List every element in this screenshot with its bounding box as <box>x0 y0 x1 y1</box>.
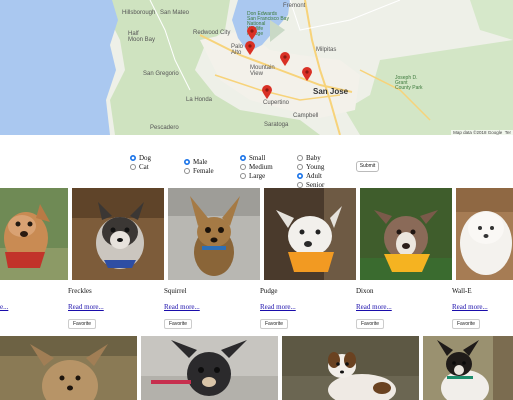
pet-photo[interactable] <box>360 188 452 280</box>
map-attribution-text: Map data ©2018 Google <box>453 130 503 135</box>
favorite-button[interactable]: Favorite <box>164 319 193 329</box>
map-marker-icon[interactable] <box>262 85 272 99</box>
option-label: Dog <box>139 153 152 162</box>
pet-photo[interactable] <box>264 188 356 280</box>
radio-button[interactable] <box>240 154 246 161</box>
size-option-medium[interactable]: Medium <box>240 162 273 171</box>
option-label: Female <box>193 166 214 175</box>
species-filter: Dog Cat <box>130 153 151 171</box>
radio-button[interactable] <box>184 158 190 165</box>
option-label: Small <box>249 153 266 162</box>
read-more-link[interactable]: Read more... <box>452 303 488 311</box>
read-more-link[interactable]: e... <box>0 303 8 311</box>
radio-button[interactable] <box>240 172 246 179</box>
option-label: Large <box>249 171 266 180</box>
pet-photo[interactable] <box>282 336 419 400</box>
read-more-link[interactable]: Read more... <box>356 303 392 311</box>
favorite-button[interactable]: Favorite <box>68 319 97 329</box>
map-label-hillsborough: Hillsborough <box>122 10 156 16</box>
favorite-button[interactable]: Favorite <box>260 319 289 329</box>
radio-button[interactable] <box>297 163 303 170</box>
map-label-la-honda: La Honda <box>186 97 213 103</box>
map-label-cupertino: Cupertino <box>263 100 290 106</box>
option-label: Cat <box>139 162 149 171</box>
map-label-campbell: Campbell <box>293 113 319 119</box>
map-label-saratoga: Saratoga <box>264 122 289 128</box>
map-marker-icon[interactable] <box>280 52 290 66</box>
gender-filter: Male Female <box>184 157 214 175</box>
map-marker-icon[interactable] <box>245 41 255 55</box>
map-marker-icon[interactable] <box>302 67 312 81</box>
option-label: Medium <box>249 162 273 171</box>
map-label-half-moon-bay: Half Moon Bay <box>128 31 156 43</box>
pet-photo[interactable] <box>456 188 513 280</box>
map-label-fremont: Fremont <box>283 3 306 9</box>
species-option-cat[interactable]: Cat <box>130 162 151 171</box>
pet-photo[interactable] <box>423 336 513 400</box>
map-label-san-jose: San Jose <box>313 87 349 96</box>
radio-button[interactable] <box>297 154 303 161</box>
pet-name: Dixon <box>356 287 374 295</box>
radio-button[interactable] <box>240 163 246 170</box>
gender-option-female[interactable]: Female <box>184 166 214 175</box>
pet-photo[interactable] <box>0 188 68 280</box>
map-label-san-gregorio: San Gregorio <box>143 71 179 77</box>
size-filter: Small Medium Large <box>240 153 273 180</box>
read-more-link[interactable]: Read more... <box>164 303 200 311</box>
pet-photo[interactable] <box>0 336 137 400</box>
radio-button[interactable] <box>130 154 136 161</box>
age-option-baby[interactable]: Baby <box>297 153 324 162</box>
pet-name: Squirrel <box>164 287 187 295</box>
read-more-link[interactable]: Read more... <box>260 303 296 311</box>
gender-option-male[interactable]: Male <box>184 157 214 166</box>
option-label: Male <box>193 157 208 166</box>
map-attribution: Map data ©2018 Google Ter <box>451 130 513 135</box>
map-label-mountain-view: Mountain View <box>250 65 275 77</box>
size-option-large[interactable]: Large <box>240 171 273 180</box>
map-label-san-mateo: San Mateo <box>160 10 190 16</box>
map-marker-icon[interactable] <box>247 26 257 40</box>
size-option-small[interactable]: Small <box>240 153 273 162</box>
pet-photo[interactable] <box>168 188 260 280</box>
favorite-button[interactable]: Favorite <box>452 319 481 329</box>
option-label: Adult <box>306 171 322 180</box>
favorite-button[interactable]: Favorite <box>356 319 385 329</box>
age-option-young[interactable]: Young <box>297 162 324 171</box>
pet-name: Freckles <box>68 287 92 295</box>
radio-button[interactable] <box>297 172 303 179</box>
radio-button[interactable] <box>130 163 136 170</box>
option-label: Young <box>306 162 325 171</box>
pet-photo[interactable] <box>72 188 164 280</box>
map-label-palo-alto: Palo Alto <box>231 44 244 56</box>
pet-photo[interactable] <box>141 336 278 400</box>
map-label-joseph-grant: Joseph D. Grant County Park <box>395 75 423 91</box>
map-label-pescadero: Pescadero <box>150 125 179 131</box>
option-label: Baby <box>306 153 321 162</box>
radio-button[interactable] <box>297 181 303 188</box>
age-filter: Baby Young Adult Senior <box>297 153 324 189</box>
radio-button[interactable] <box>184 167 190 174</box>
map[interactable]: Fremont Don Edwards San Francisco Bay Na… <box>0 0 513 135</box>
submit-button[interactable]: Submit <box>356 161 379 172</box>
pet-name: Wall-E <box>452 287 472 295</box>
age-option-adult[interactable]: Adult <box>297 171 324 180</box>
map-label-milpitas: Milpitas <box>316 47 337 53</box>
map-terms-link[interactable]: Ter <box>505 130 511 135</box>
species-option-dog[interactable]: Dog <box>130 153 151 162</box>
read-more-link[interactable]: Read more... <box>68 303 104 311</box>
map-label-redwood-city: Redwood City <box>193 30 231 36</box>
pet-name: Pudge <box>260 287 278 295</box>
